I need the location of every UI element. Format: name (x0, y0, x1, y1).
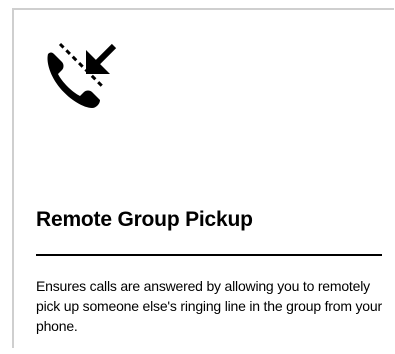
feature-card: Remote Group Pickup Ensures calls are an… (12, 8, 394, 348)
card-description: Ensures calls are answered by allowing y… (36, 278, 382, 334)
card-title: Remote Group Pickup (36, 208, 253, 231)
title-divider (36, 254, 382, 256)
remote-call-pickup-icon (40, 34, 122, 116)
